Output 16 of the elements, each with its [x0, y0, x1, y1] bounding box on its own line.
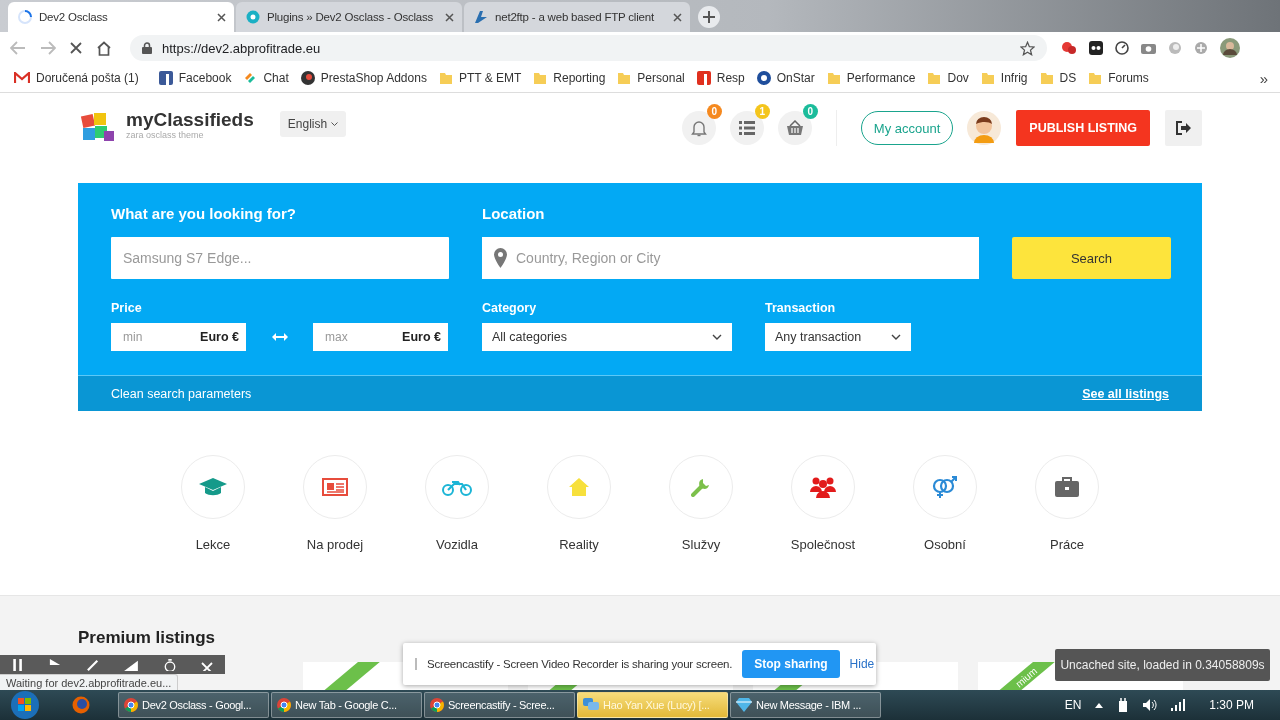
count-badge: 1 — [754, 104, 770, 119]
status-bubble: Waiting for dev2.abprofitrade.eu... — [0, 674, 179, 690]
load-time-toast: Uncached site, loaded in 0.34058809s — [1055, 649, 1270, 681]
section-heading: Premium listings — [78, 628, 216, 649]
field-label: Location — [482, 205, 546, 224]
site-tagline: zara osclass theme — [126, 130, 204, 140]
field-label: Transaction — [765, 301, 837, 317]
currency-label: Euro € — [198, 323, 246, 351]
sharing-message: Screencastify - Screen Video Recorder is sharing your screen. — [427, 658, 733, 670]
field-label: What are you looking for? — [111, 205, 297, 224]
currency-label: Euro € — [400, 323, 448, 351]
field-label: Price — [111, 301, 143, 317]
field-label: Category — [482, 301, 538, 317]
site-title: myClassifieds — [126, 110, 254, 130]
count-badge: 0 — [706, 104, 722, 119]
count-badge: 0 — [802, 104, 818, 119]
